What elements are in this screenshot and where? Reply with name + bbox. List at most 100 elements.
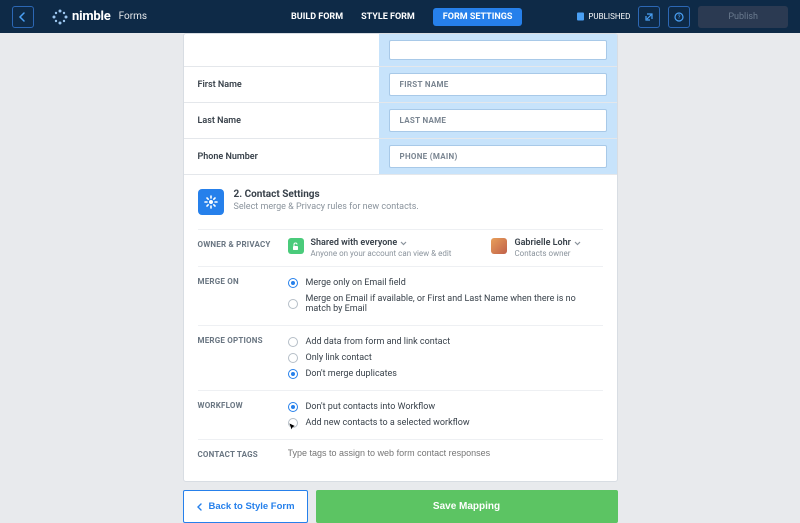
map-label: Last Name: [184, 106, 379, 136]
share-title: Shared with everyone: [311, 238, 452, 248]
map-label: First Name: [184, 70, 379, 100]
map-field-cell: PHONE (MAIN): [379, 139, 617, 174]
tab-form-settings[interactable]: FORM SETTINGS: [433, 8, 523, 26]
gear-icon: [204, 195, 218, 209]
arrow-left-icon: [18, 12, 28, 22]
merge-options-row: MERGE OPTIONS Add data from form and lin…: [198, 325, 603, 390]
radio-label: Add data from form and link contact: [306, 337, 451, 347]
merge-on-body: Merge only on Email field Merge on Email…: [288, 275, 603, 317]
svg-text:?: ?: [678, 14, 681, 21]
unlock-icon: [291, 242, 300, 251]
header-tabs: BUILD FORM STYLE FORM FORM SETTINGS: [291, 8, 522, 26]
map-field-cell-blank: [379, 34, 617, 66]
share-scope[interactable]: Shared with everyone Anyone on your acco…: [288, 238, 452, 258]
section-header: 2. Contact Settings Select merge & Priva…: [198, 189, 603, 215]
settings-card: First Name FIRST NAME Last Name LAST NAM…: [183, 33, 618, 482]
radio-no-workflow[interactable]: Don't put contacts into Workflow: [288, 399, 603, 415]
back-button-label: Back to Style Form: [209, 501, 295, 512]
chevron-down-icon: [400, 240, 407, 247]
radio-icon[interactable]: [288, 278, 298, 288]
map-pill[interactable]: PHONE (MAIN): [389, 145, 607, 168]
radio-label: Don't put contacts into Workflow: [306, 402, 436, 412]
map-pill[interactable]: LAST NAME: [389, 109, 607, 132]
topbar: nimble Forms BUILD FORM STYLE FORM FORM …: [0, 0, 800, 33]
merge-options-label: MERGE OPTIONS: [198, 334, 288, 382]
external-link-button[interactable]: [638, 6, 660, 28]
contact-tags-body: [288, 448, 603, 459]
map-row: Phone Number PHONE (MAIN): [184, 139, 617, 175]
share-title-text: Shared with everyone: [311, 238, 398, 248]
mapping-section: First Name FIRST NAME Last Name LAST NAM…: [184, 34, 617, 175]
owner-label: OWNER & PRIVACY: [198, 238, 288, 258]
radio-label: Add new contacts to a selected workflow: [306, 418, 470, 428]
help-icon: ?: [674, 12, 684, 22]
map-pill-blank[interactable]: [389, 40, 607, 60]
contact-settings-section: 2. Contact Settings Select merge & Priva…: [184, 175, 617, 481]
contact-tags-label: CONTACT TAGS: [198, 448, 288, 459]
owner-sub: Contacts owner: [514, 249, 580, 258]
workflow-body: Don't put contacts into Workflow Add new…: [288, 399, 603, 431]
radio-only-link[interactable]: Only link contact: [288, 350, 603, 366]
gear-box: [198, 189, 224, 215]
map-row: First Name FIRST NAME: [184, 67, 617, 103]
merge-on-label: MERGE ON: [198, 275, 288, 317]
contact-tags-row: CONTACT TAGS: [198, 439, 603, 467]
document-icon: [576, 12, 585, 21]
unlock-icon-box: [288, 238, 304, 254]
map-label-blank: [184, 40, 379, 60]
status-badge: PUBLISHED: [576, 12, 630, 21]
radio-icon[interactable]: [288, 337, 298, 347]
chevron-left-icon: [196, 503, 204, 511]
radio-label: Merge only on Email field: [306, 278, 406, 288]
avatar: [491, 238, 507, 254]
workflow-label: WORKFLOW: [198, 399, 288, 431]
cursor-icon: [288, 422, 298, 432]
workflow-row: WORKFLOW Don't put contacts into Workflo…: [198, 390, 603, 439]
chevron-down-icon: [574, 240, 581, 247]
brand-name: nimble: [72, 9, 111, 24]
merge-on-row: MERGE ON Merge only on Email field Merge…: [198, 266, 603, 325]
radio-icon[interactable]: [288, 353, 298, 363]
radio-icon[interactable]: [288, 402, 298, 412]
map-field-cell: LAST NAME: [379, 103, 617, 138]
topbar-right: PUBLISHED ? Publish: [576, 6, 788, 28]
owner-person[interactable]: Gabrielle Lohr Contacts owner: [491, 238, 580, 258]
tab-build-form[interactable]: BUILD FORM: [291, 12, 343, 22]
radio-dont-merge[interactable]: Don't merge duplicates: [288, 366, 603, 382]
radio-label: Don't merge duplicates: [306, 369, 397, 379]
radio-label: Merge on Email if available, or First an…: [306, 294, 603, 314]
external-link-icon: [644, 12, 654, 22]
tags-input[interactable]: [288, 448, 603, 458]
help-button[interactable]: ?: [668, 6, 690, 28]
brand-product: Forms: [119, 11, 147, 22]
brand-logo-icon: [52, 9, 68, 25]
owner-body: Shared with everyone Anyone on your acco…: [288, 238, 603, 258]
back-button[interactable]: [12, 6, 34, 28]
status-text: PUBLISHED: [588, 12, 630, 21]
map-label: Phone Number: [184, 142, 379, 172]
footer-actions: Back to Style Form Save Mapping: [183, 490, 618, 523]
merge-options-body: Add data from form and link contact Only…: [288, 334, 603, 382]
back-to-style-button[interactable]: Back to Style Form: [183, 490, 308, 523]
publish-button[interactable]: Publish: [698, 6, 788, 28]
save-mapping-button[interactable]: Save Mapping: [316, 490, 618, 523]
map-pill[interactable]: FIRST NAME: [389, 73, 607, 96]
radio-icon[interactable]: [288, 299, 298, 309]
radio-icon[interactable]: [288, 418, 298, 428]
radio-merge-email-or-name[interactable]: Merge on Email if available, or First an…: [288, 291, 603, 317]
owner-name-text: Gabrielle Lohr: [514, 238, 570, 248]
radio-add-to-workflow[interactable]: Add new contacts to a selected workflow: [288, 415, 603, 431]
share-sub: Anyone on your account can view & edit: [311, 249, 452, 258]
owner-privacy-row: OWNER & PRIVACY Shared with everyone: [198, 229, 603, 266]
section-subtitle: Select merge & Privacy rules for new con…: [234, 202, 419, 212]
brand: nimble Forms: [52, 9, 147, 25]
radio-add-and-link[interactable]: Add data from form and link contact: [288, 334, 603, 350]
radio-icon[interactable]: [288, 369, 298, 379]
radio-merge-email-only[interactable]: Merge only on Email field: [288, 275, 603, 291]
map-field-cell: FIRST NAME: [379, 67, 617, 102]
tab-style-form[interactable]: STYLE FORM: [361, 12, 415, 22]
owner-name: Gabrielle Lohr: [514, 238, 580, 248]
map-row-blank: [184, 34, 617, 67]
radio-label: Only link contact: [306, 353, 372, 363]
map-row: Last Name LAST NAME: [184, 103, 617, 139]
